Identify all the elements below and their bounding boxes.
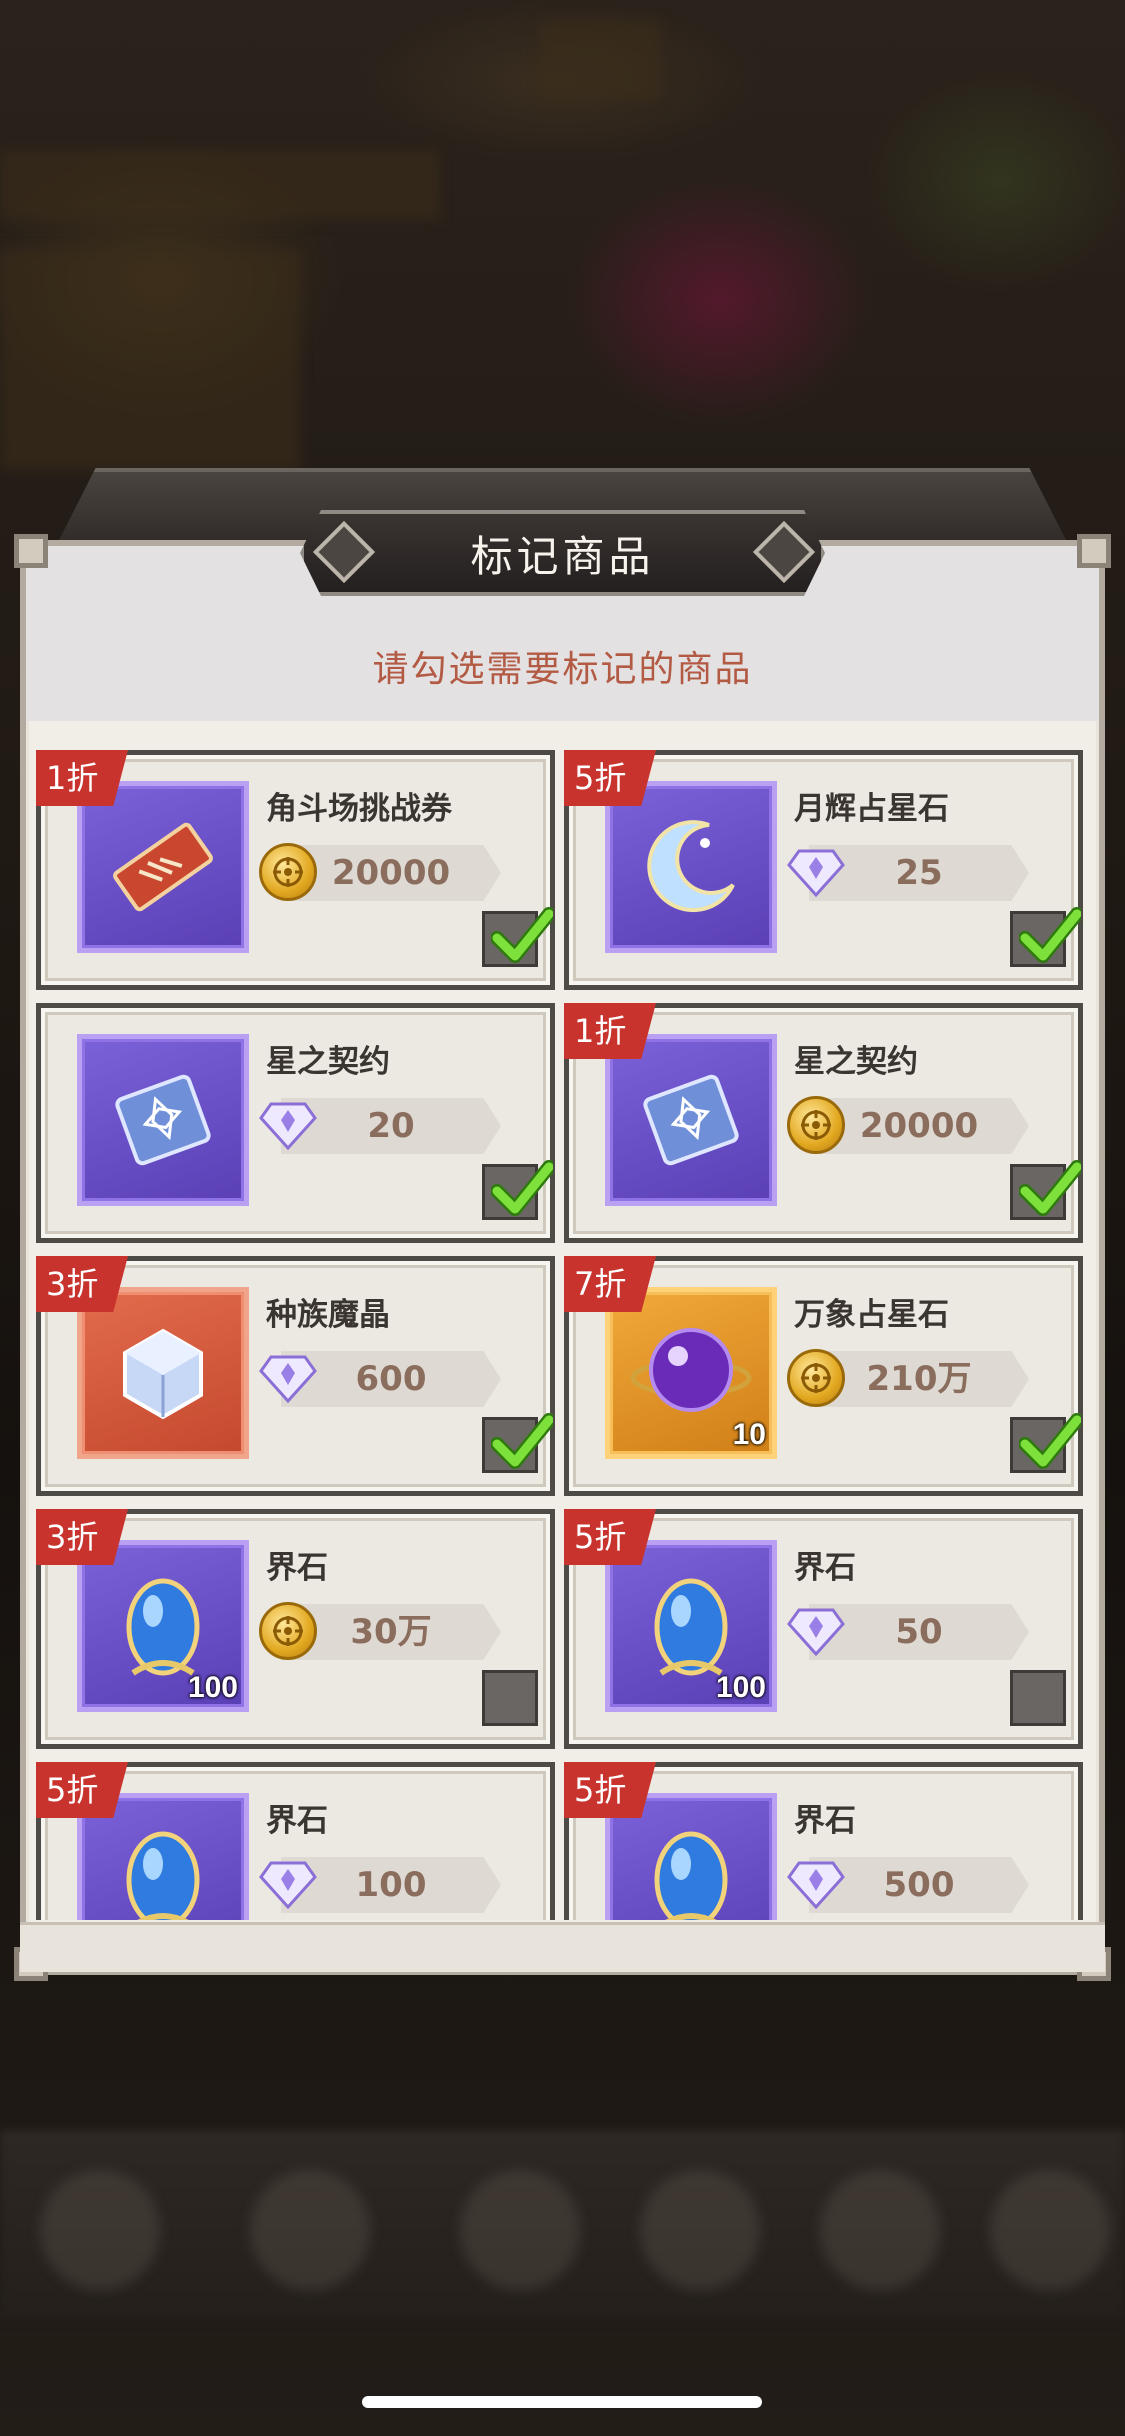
item-card[interactable]: 100 5折界石 50 [564,1509,1083,1749]
discount-badge: 5折 [564,1762,656,1818]
background-nav-icon [990,2170,1110,2290]
item-price: 25 [895,853,943,893]
item-quantity: 100 [187,1671,238,1704]
item-name: 界石 [266,1550,328,1586]
checkmark-icon [490,1410,556,1472]
item-name: 种族魔晶 [266,1297,390,1333]
background-shelf [540,20,660,100]
item-card[interactable]: 10 7折万象占星石 210万 [564,1256,1084,1496]
mark-checkbox[interactable] [482,1160,556,1220]
item-quantity: 100 [715,1671,766,1704]
frame-corner-ornament [14,534,48,568]
item-price: 50 [895,1612,943,1652]
discount-badge: 1折 [36,750,128,806]
item-card[interactable]: 5折界石 100 [36,1762,555,1920]
crescent-moon-icon [610,786,772,948]
item-card[interactable]: 100 3折界石 30万 [36,1509,555,1749]
checkmark-icon [1018,904,1084,966]
item-thumbnail [77,781,249,953]
item-grid[interactable]: 1折 角斗场挑战券 20000 5折 月辉占星石 25 星之契约 20 1折 星之契约 20000 3… [36,750,1089,1920]
checkmark-icon [1018,1410,1084,1472]
contract-book-icon [610,1039,772,1201]
diamond-icon [787,1859,845,1909]
item-name: 星之契约 [266,1044,390,1080]
background-shelf [0,250,300,470]
item-card[interactable]: 5折月辉占星石 25 [564,750,1084,990]
discount-badge: 3折 [36,1509,128,1565]
discount-badge: 1折 [564,1003,656,1059]
discount-badge: 5折 [36,1762,128,1818]
discount-badge: 5折 [564,1509,656,1565]
background-nav-icon [40,2170,160,2290]
item-name: 月辉占星石 [794,791,949,827]
item-thumbnail [605,781,777,953]
item-price: 20000 [331,853,451,893]
item-quantity: 10 [732,1418,766,1451]
mark-checkbox[interactable] [1010,907,1084,967]
dialog-subtitle: 请勾选需要标记的商品 [372,649,753,690]
mark-checkbox[interactable] [482,907,556,967]
mark-checkbox[interactable] [1010,1160,1084,1220]
checkmark-icon [1018,1157,1084,1219]
item-price: 500 [883,1865,955,1905]
gold-coin-icon [787,1096,845,1154]
gold-coin-icon [259,843,317,901]
item-name: 界石 [794,1550,856,1586]
mark-checkbox[interactable] [1010,1413,1084,1473]
gold-coin-icon [259,1602,317,1660]
dialog-title: 标记商品 [470,531,655,581]
diamond-icon [259,1100,317,1150]
background-nav-icon [640,2170,760,2290]
item-thumbnail: 10 [605,1287,777,1459]
item-price: 30万 [350,1612,432,1652]
item-thumbnail [77,1287,249,1459]
diamond-icon [259,1859,317,1909]
ticket-icon [82,786,244,948]
contract-book-icon [82,1039,244,1201]
discount-badge: 3折 [36,1256,128,1312]
dialog-bottom-edge [20,1922,1105,1972]
item-name: 界石 [266,1803,328,1839]
background-nav-icon [250,2170,370,2290]
item-thumbnail: 100 [77,1540,249,1712]
item-name: 角斗场挑战券 [266,791,452,827]
diamond-icon [787,847,845,897]
mark-checkbox[interactable] [482,1413,556,1473]
item-price: 20 [367,1106,415,1146]
item-card[interactable]: 3折种族魔晶 600 [36,1256,556,1496]
background-nav-icon [820,2170,940,2290]
item-price: 600 [355,1359,427,1399]
dialog-title-plate: 标记商品 [300,510,825,596]
background-nav-icon [460,2170,580,2290]
home-indicator[interactable] [362,2396,762,2408]
mark-checkbox[interactable] [1010,1670,1066,1726]
item-thumbnail [605,1034,777,1206]
item-name: 星之契约 [794,1044,918,1080]
checkmark-icon [490,904,556,966]
item-thumbnail: 100 [605,1540,777,1712]
diamond-icon [259,1353,317,1403]
item-name: 万象占星石 [794,1297,949,1333]
item-card[interactable]: 5折界石 500 [564,1762,1083,1920]
item-thumbnail [77,1034,249,1206]
item-price: 100 [355,1865,427,1905]
crystal-cube-icon [82,1292,244,1454]
discount-badge: 5折 [564,750,656,806]
item-name: 界石 [794,1803,856,1839]
item-card[interactable]: 星之契约 20 [36,1003,556,1243]
mark-checkbox[interactable] [482,1670,538,1726]
discount-badge: 7折 [564,1256,656,1312]
checkmark-icon [490,1157,556,1219]
background-shelf [0,150,440,220]
diamond-icon [787,1606,845,1656]
item-card[interactable]: 1折星之契约 20000 [564,1003,1084,1243]
item-price: 210万 [866,1359,972,1399]
gold-coin-icon [787,1349,845,1407]
item-card[interactable]: 1折角斗场挑战券 20000 [36,750,556,990]
item-price: 20000 [859,1106,979,1146]
frame-corner-ornament [1077,534,1111,568]
